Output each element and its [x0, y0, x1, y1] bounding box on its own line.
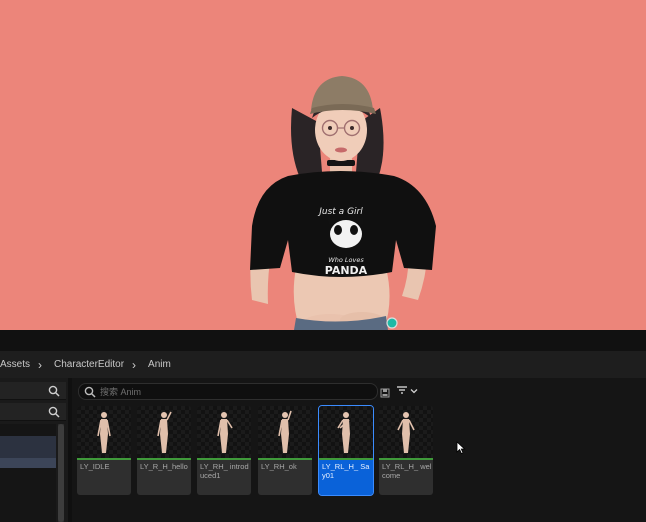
character-figure: Just a Girl Who Loves PANDA — [250, 76, 436, 330]
asset-type-bar — [258, 458, 312, 460]
asset-browser: LY_IDLE LY_R_H_hello LY_RH_ introduced1 … — [72, 378, 646, 522]
folder-tree-row-selected[interactable] — [0, 458, 56, 468]
sources-filter-bar[interactable] — [0, 403, 66, 421]
asset-type-bar — [197, 458, 251, 460]
asset-tile[interactable]: LY_RH_ok — [258, 406, 312, 495]
asset-tile[interactable]: LY_RH_ introduced1 — [197, 406, 251, 495]
save-icon[interactable] — [380, 385, 390, 403]
asset-thumbnail — [379, 406, 433, 458]
character-viewport[interactable]: Just a Girl Who Loves PANDA — [0, 0, 646, 330]
folder-tree[interactable] — [0, 424, 56, 522]
asset-thumbnail — [137, 406, 191, 458]
asset-thumbnail — [77, 406, 131, 458]
asset-search-input[interactable] — [100, 384, 360, 399]
asset-search-field[interactable] — [78, 383, 378, 400]
asset-type-bar — [379, 458, 433, 460]
breadcrumb-item-anim[interactable]: Anim — [148, 359, 171, 370]
search-icon[interactable] — [48, 405, 60, 423]
chevron-right-icon: › — [38, 357, 43, 372]
breadcrumb-item-charactereditor[interactable]: CharacterEditor — [54, 359, 124, 370]
asset-type-bar — [77, 458, 131, 460]
asset-thumbnail — [197, 406, 251, 458]
filter-icon — [396, 382, 408, 400]
svg-text:PANDA: PANDA — [325, 264, 368, 277]
chevron-down-icon — [410, 382, 418, 400]
filter-button[interactable] — [396, 383, 422, 399]
svg-text:Who Loves: Who Loves — [328, 256, 364, 264]
asset-tile[interactable]: LY_R_H_hello — [137, 406, 191, 495]
scrollbar-thumb[interactable] — [58, 424, 64, 522]
breadcrumb-item-assets[interactable]: Assets — [0, 359, 30, 370]
search-icon — [84, 385, 96, 403]
sources-panel — [0, 378, 68, 522]
toolbar-divider — [0, 330, 646, 351]
asset-type-bar — [137, 458, 191, 460]
asset-type-bar — [319, 458, 373, 460]
asset-label: LY_RH_ok — [261, 462, 297, 471]
asset-tile[interactable]: LY_RL_H_ welcome — [379, 406, 433, 495]
asset-label: LY_IDLE — [80, 462, 110, 471]
asset-label: LY_R_H_hello — [140, 462, 188, 471]
asset-tile[interactable]: LY_IDLE — [77, 406, 131, 495]
svg-text:Just a Girl: Just a Girl — [317, 207, 363, 217]
mouse-cursor-icon — [456, 441, 466, 460]
sources-search-bar[interactable] — [0, 382, 66, 400]
asset-label: LY_RH_ introduced1 — [200, 462, 249, 480]
breadcrumb: Assets › CharacterEditor › Anim — [0, 351, 646, 378]
asset-thumbnail — [319, 406, 373, 458]
search-icon[interactable] — [48, 384, 60, 402]
folder-tree-scrollbar[interactable] — [58, 424, 64, 522]
asset-label: LY_RL_H_ welcome — [382, 462, 432, 480]
asset-tile-selected[interactable]: LY_RL_H_ Say01 — [318, 405, 374, 496]
asset-label: LY_RL_H_ Say01 — [322, 462, 370, 480]
chevron-right-icon: › — [132, 357, 137, 372]
asset-thumbnail — [258, 406, 312, 458]
